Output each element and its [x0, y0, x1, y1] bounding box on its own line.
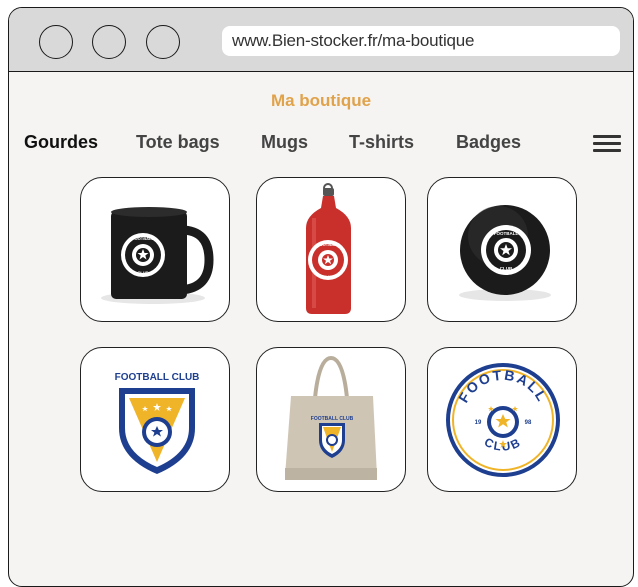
mug-image: FOOTBALL CLUB	[101, 207, 214, 304]
product-card-mug[interactable]: FOOTBALL CLUB	[80, 177, 230, 322]
mug-badge-text-bottom: CLUB	[137, 270, 148, 275]
product-card-badge[interactable]: FOOTBALL CLUB	[427, 177, 577, 322]
badge-image: FOOTBALL CLUB	[459, 205, 551, 301]
shield-logo-image: FOOTBALL CLUB	[115, 372, 200, 474]
bottle-image: FOOTBALL CLUB	[306, 183, 351, 314]
product-card-shield-logo[interactable]: FOOTBALL CLUB	[80, 347, 230, 492]
nav-item-mugs[interactable]: Mugs	[261, 132, 308, 153]
window-maximize-button[interactable]	[146, 25, 180, 59]
product-card-round-logo[interactable]: FOOTBALL CLUB 19 98	[427, 347, 577, 492]
nav-item-tote-bags[interactable]: Tote bags	[136, 132, 220, 153]
nav-item-badges[interactable]: Badges	[456, 132, 521, 153]
tote-logo-header: FOOTBALL CLUB	[311, 416, 354, 422]
category-nav: Gourdes Tote bags Mugs T-shirts Badges	[9, 132, 633, 156]
page-title: Ma boutique	[270, 91, 372, 110]
product-card-bottle[interactable]: FOOTBALL CLUB	[256, 177, 406, 322]
window-minimize-button[interactable]	[92, 25, 126, 59]
bottle-badge-text-bottom: CLUB	[322, 274, 333, 279]
bottle-badge-text-top: FOOTBALL	[317, 242, 339, 247]
badge-text-bottom: CLUB	[500, 266, 513, 271]
browser-window: www.Bien-stocker.fr/ma-boutique Ma bouti…	[8, 7, 634, 587]
window-close-button[interactable]	[39, 25, 73, 59]
round-logo-image: FOOTBALL CLUB 19 98	[446, 363, 560, 477]
badge-text-top: FOOTBALL	[494, 231, 519, 236]
nav-item-t-shirts[interactable]: T-shirts	[349, 132, 414, 153]
round-logo-year-left: 19	[475, 420, 482, 426]
mug-badge-text-top: FOOTBALL	[132, 236, 154, 241]
nav-item-gourdes[interactable]: Gourdes	[24, 132, 98, 153]
shield-logo-header: FOOTBALL CLUB	[115, 372, 200, 383]
address-bar[interactable]: www.Bien-stocker.fr/ma-boutique	[222, 26, 620, 56]
product-card-tote-bag[interactable]: FOOTBALL CLUB	[256, 347, 406, 492]
browser-titlebar: www.Bien-stocker.fr/ma-boutique	[9, 8, 633, 72]
tote-bag-image: FOOTBALL CLUB	[285, 355, 377, 480]
hamburger-menu-icon[interactable]	[593, 135, 621, 153]
round-logo-year-right: 98	[525, 420, 532, 426]
